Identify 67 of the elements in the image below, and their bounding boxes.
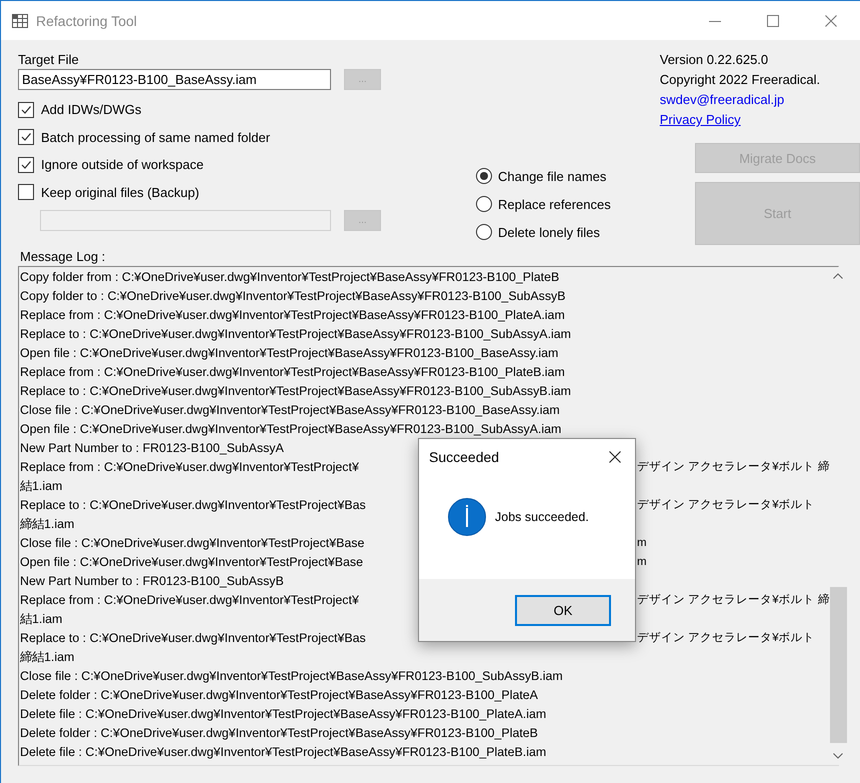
- log-line: Replace from : C:¥OneDrive¥user.dwg¥Inventor¥TestProject¥BaseAssy¥FR0123-B100_PlateB.iam: [20, 364, 565, 381]
- log-line: Delete folder : C:¥OneDrive¥user.dwg¥Inventor¥TestProject¥BaseAssy¥FR0123-B100_PlateA: [20, 687, 538, 704]
- log-line: Close file : C:¥OneDrive¥user.dwg¥Inventor¥TestProject¥BaseAssy¥FR0123-B100_SubAssyB.iam: [20, 668, 563, 685]
- info-icon: [448, 498, 486, 536]
- log-line: Close file : C:¥OneDrive¥user.dwg¥Inventor¥TestProject¥Base: [20, 535, 366, 552]
- field-label: Target File: [18, 51, 80, 69]
- log-line: 締結1.iam: [20, 649, 74, 666]
- log-line: Replace from : C:¥OneDrive¥user.dwg¥Inventor¥TestProject¥: [20, 459, 360, 476]
- log-line: Copy folder from : C:¥OneDrive¥user.dwg¥Inventor¥TestProject¥BaseAssy¥FR0123-B100_PlateB: [20, 269, 560, 286]
- checkbox[interactable]: [18, 156, 34, 173]
- scroll-down-icon[interactable]: [833, 753, 844, 759]
- radio-label: Replace references: [498, 196, 611, 212]
- scroll-thumb[interactable]: [830, 587, 847, 743]
- email-link[interactable]: swdev@freeradical.jp: [660, 92, 784, 107]
- checkbox-label: Ignore outside of workspace: [41, 157, 204, 172]
- log-line: Replace to : C:¥OneDrive¥user.dwg¥Inventor¥TestProject¥BaseAssy¥FR0123-B100_SubAssyA.iam: [20, 326, 571, 343]
- checkbox[interactable]: [18, 184, 34, 200]
- log-line: m: [637, 555, 647, 570]
- target-file-field[interactable]: BaseAssy¥FR0123-B100_BaseAssy.iam: [18, 69, 331, 90]
- log-line: Replace to : C:¥OneDrive¥user.dwg¥Inventor¥TestProject¥BaseAssy¥FR0123-B100_SubAssyB.iam: [20, 383, 571, 400]
- app-icon: [12, 14, 28, 28]
- checkbox[interactable]: [18, 129, 34, 146]
- log-line: Copy folder to : C:¥OneDrive¥user.dwg¥Inventor¥TestProject¥BaseAssy¥FR0123-B100_SubAssyB: [20, 288, 566, 305]
- log-line: 結1.iam: [20, 478, 62, 495]
- checkbox[interactable]: [18, 102, 34, 118]
- log-line: Delete folder : C:¥OneDrive¥user.dwg¥Inventor¥TestProject¥BaseAssy¥FR0123-B100_PlateB: [20, 725, 538, 742]
- checkbox-label: Add IDWs/DWGs: [41, 102, 142, 118]
- log-line: m: [637, 536, 647, 551]
- privacy-policy-link[interactable]: Privacy Policy: [660, 112, 741, 127]
- radio-label: Change file names: [498, 168, 606, 184]
- checkbox-label: Keep original files (Backup): [41, 184, 200, 200]
- log-line: デザイン アクセラレータ¥ボルト 締: [637, 592, 830, 608]
- window-title: Refactoring Tool: [36, 12, 137, 28]
- log-line: Replace to : C:¥OneDrive¥user.dwg¥Inventor¥TestProject¥Bas: [20, 630, 367, 647]
- log-line: New Part Number to : FR0123-B100_SubAssyB: [20, 573, 284, 590]
- log-line: Open file : C:¥OneDrive¥user.dwg¥Inventor¥TestProject¥BaseAssy¥FR0123-B100_BaseAssy.iam: [20, 345, 558, 362]
- check-icon: [20, 104, 32, 116]
- maximize-icon[interactable]: [767, 14, 779, 26]
- log-line: Replace from : C:¥OneDrive¥user.dwg¥Inventor¥TestProject¥: [20, 592, 360, 609]
- radio-button[interactable]: [476, 196, 492, 212]
- copyright-text: Copyright 2022 Freeradical.: [660, 71, 820, 89]
- radio-label: Delete lonely files: [498, 224, 600, 240]
- log-line: Open file : C:¥OneDrive¥user.dwg¥Inventor¥TestProject¥BaseAssy¥FR0123-B100_SubAssyA.iam: [20, 421, 562, 438]
- dialog-message: Jobs succeeded.: [495, 510, 589, 524]
- radio-button[interactable]: [476, 168, 492, 184]
- log-line: Close file : C:¥OneDrive¥user.dwg¥Inventor¥TestProject¥BaseAssy¥FR0123-B100_BaseAssy.iam: [20, 402, 560, 419]
- checkbox-label: Batch processing of same named folder: [41, 130, 270, 145]
- log-line: Open file : C:¥OneDrive¥user.dwg¥Inventor¥TestProject¥Base: [20, 554, 364, 571]
- log-line: Delete file : C:¥OneDrive¥user.dwg¥Inventor¥TestProject¥BaseAssy¥FR0123-B100_PlateA.iam: [20, 706, 546, 723]
- log-line: Replace from : C:¥OneDrive¥user.dwg¥Inventor¥TestProject¥BaseAssy¥FR0123-B100_PlateA.iam: [20, 307, 565, 324]
- check-icon: [20, 158, 32, 171]
- log-line: デザイン アクセラレータ¥ボルト: [637, 631, 815, 646]
- log-line: 締結1.iam: [20, 516, 74, 533]
- close-icon[interactable]: [609, 451, 621, 463]
- log-label: Message Log :: [20, 248, 106, 266]
- log-line: デザイン アクセラレータ¥ボルト 締: [637, 460, 830, 475]
- log-line: デザイン アクセラレータ¥ボルト: [637, 498, 815, 513]
- dialog-title: Succeeded: [429, 449, 500, 465]
- log-line: Delete file : C:¥OneDrive¥user.dwg¥Inventor¥TestProject¥BaseAssy¥FR0123-B100_PlateB.iam: [20, 744, 546, 761]
- log-line: 結1.iam: [20, 611, 62, 628]
- version-text: Version 0.22.625.0: [660, 51, 768, 69]
- check-icon: [20, 131, 32, 144]
- scroll-up-icon[interactable]: [833, 273, 844, 279]
- log-line: Replace to : C:¥OneDrive¥user.dwg¥Inventor¥TestProject¥Bas: [20, 497, 367, 514]
- ok-button[interactable]: OK: [515, 594, 611, 626]
- log-line: New Part Number to : FR0123-B100_SubAssyA: [20, 440, 284, 457]
- radio-button[interactable]: [476, 224, 492, 240]
